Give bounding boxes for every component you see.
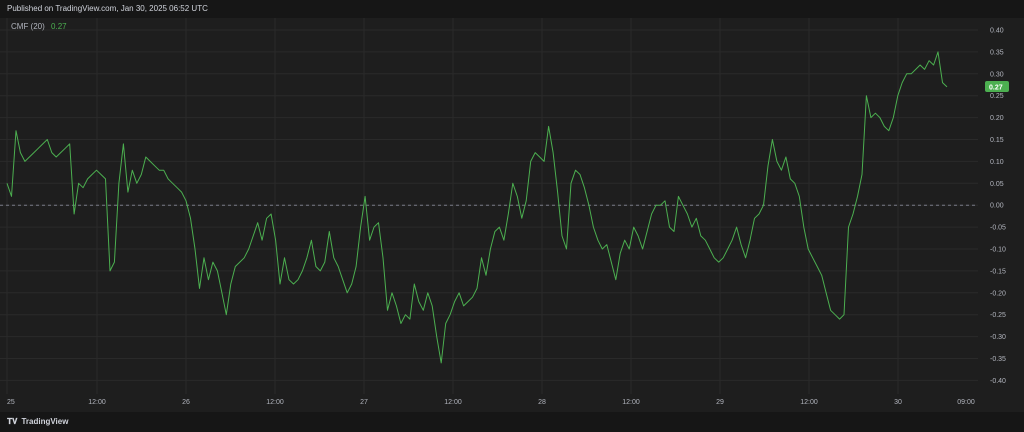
y-tick-label: 0.20	[990, 115, 1004, 122]
y-tick-label: 0.15	[990, 137, 1004, 144]
y-tick-label: 0.00	[990, 203, 1004, 210]
x-tick-label: 12:00	[800, 399, 818, 406]
x-tick-label: 29	[716, 399, 724, 406]
y-tick-label: -0.25	[990, 312, 1006, 319]
footer-bar: 𝐓𝐕 TradingView	[0, 412, 1024, 432]
x-tick-label: 12:00	[266, 399, 284, 406]
tradingview-logo-text: TradingView	[21, 417, 69, 426]
x-tick-label: 26	[182, 399, 190, 406]
x-tick-label: 09:00	[957, 399, 975, 406]
y-tick-label: -0.10	[990, 247, 1006, 254]
tradingview-logo-icon: 𝐓𝐕	[7, 417, 18, 426]
x-tick-label: 28	[538, 399, 546, 406]
y-tick-label: -0.30	[990, 334, 1006, 341]
indicator-name: CMF (20)	[11, 22, 45, 31]
indicator-legend[interactable]: CMF (20) 0.27	[11, 22, 67, 31]
y-tick-label: -0.05	[990, 225, 1006, 232]
x-tick-label: 27	[360, 399, 368, 406]
y-tick-label: 0.35	[990, 49, 1004, 56]
y-tick-label: -0.35	[990, 356, 1006, 363]
x-tick-label: 12:00	[88, 399, 106, 406]
header-bar: Published on TradingView.com, Jan 30, 20…	[0, 0, 1024, 18]
last-value-badge-text: 0.27	[989, 84, 1003, 91]
x-tick-label: 12:00	[444, 399, 462, 406]
y-tick-label: -0.40	[990, 378, 1006, 385]
x-tick-label: 12:00	[622, 399, 640, 406]
chart-pane[interactable]: 0.40 0.35 0.30 0.25 0.20 0.15 0.10 0.05 0.00 -0.0…	[0, 18, 1024, 412]
x-tick-label: 25	[7, 399, 15, 406]
cmf-line	[6, 51, 948, 364]
y-tick-label: 0.05	[990, 181, 1004, 188]
y-tick-label: 0.30	[990, 71, 1004, 78]
tradingview-logo[interactable]: 𝐓𝐕 TradingView	[7, 417, 68, 427]
cmf-chart[interactable]: 0.40 0.35 0.30 0.25 0.20 0.15 0.10 0.05 0.00 -0.0…	[0, 18, 1024, 412]
y-tick-label: 0.40	[990, 28, 1004, 35]
y-tick-label: -0.15	[990, 268, 1006, 275]
y-tick-label: 0.10	[990, 159, 1004, 166]
indicator-value: 0.27	[51, 22, 67, 31]
y-tick-label: -0.20	[990, 290, 1006, 297]
published-text: Published on TradingView.com, Jan 30, 20…	[7, 4, 208, 13]
x-tick-label: 30	[894, 399, 902, 406]
y-tick-label: 0.25	[990, 93, 1004, 100]
